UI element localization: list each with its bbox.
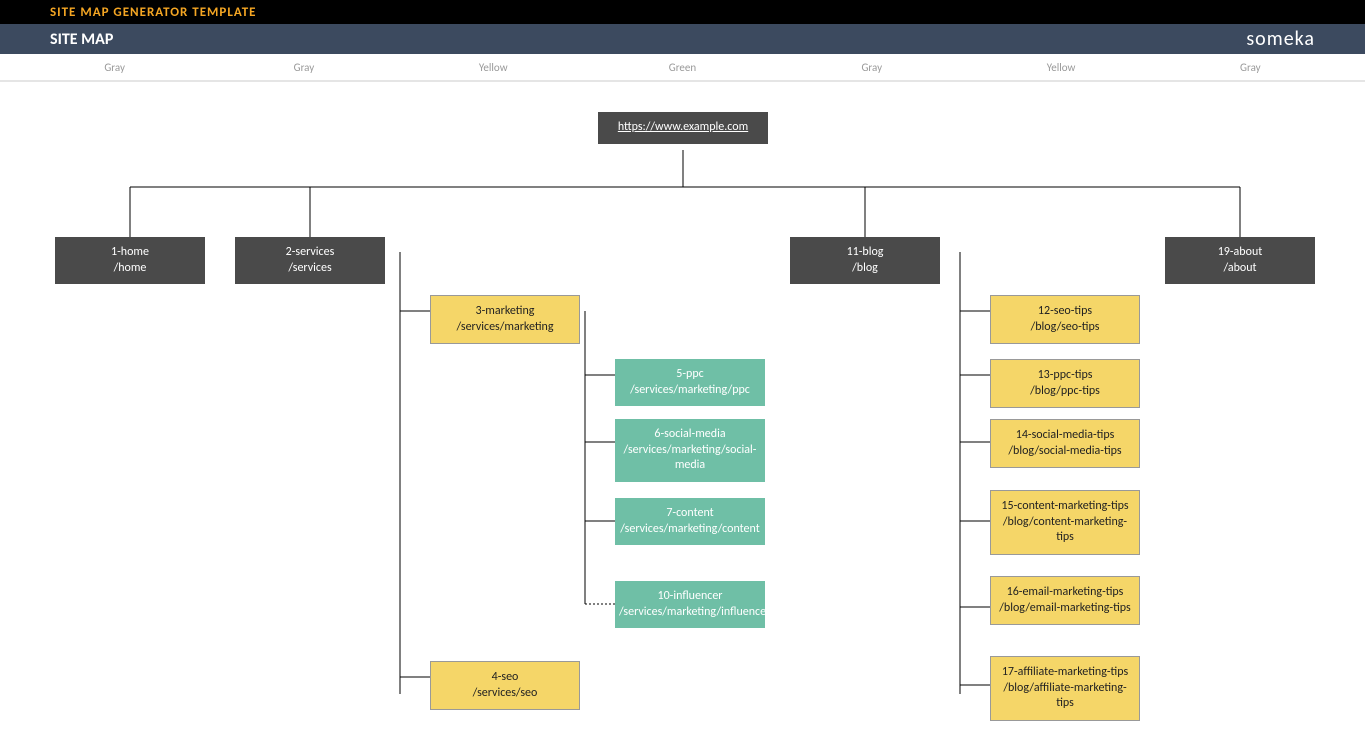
node-content-marketing-tips[interactable]: 15-content-marketing-tips /blog/content-…: [990, 490, 1140, 555]
node-ppc-tips[interactable]: 13-ppc-tips /blog/ppc-tips: [990, 359, 1140, 408]
node-label: 4-seo: [435, 670, 575, 686]
brand-logo: someka: [1246, 27, 1315, 51]
node-path: /blog/content-marketing-tips: [995, 515, 1135, 546]
node-label: 6-social-media: [619, 427, 761, 443]
node-label: 11-blog: [794, 245, 936, 261]
node-path: /services/marketing/social-media: [619, 443, 761, 474]
node-path: /blog/seo-tips: [995, 320, 1135, 336]
node-seo[interactable]: 4-seo /services/seo: [430, 661, 580, 710]
col-header: Yellow: [399, 61, 588, 74]
node-path: /home: [59, 261, 201, 277]
node-path: /blog/email-marketing-tips: [995, 601, 1135, 617]
col-header: Gray: [209, 61, 398, 74]
root-url: https://www.example.com: [602, 120, 764, 136]
root-node[interactable]: https://www.example.com: [598, 112, 768, 144]
col-header: Gray: [777, 61, 966, 74]
node-label: 19-about: [1169, 245, 1311, 261]
node-email-marketing-tips[interactable]: 16-email-marketing-tips /blog/email-mark…: [990, 576, 1140, 625]
node-home[interactable]: 1-home /home: [55, 237, 205, 284]
template-title: SITE MAP GENERATOR TEMPLATE: [50, 5, 256, 20]
node-label: 1-home: [59, 245, 201, 261]
node-label: 5-ppc: [619, 367, 761, 383]
diagram-canvas: https://www.example.com 1-home /home 2-s…: [0, 82, 1365, 732]
node-label: 15-content-marketing-tips: [995, 499, 1135, 515]
node-label: 13-ppc-tips: [995, 368, 1135, 384]
node-label: 7-content: [619, 506, 761, 522]
node-social-media[interactable]: 6-social-media /services/marketing/socia…: [615, 419, 765, 482]
page-title: SITE MAP: [50, 30, 113, 49]
node-label: 12-seo-tips: [995, 304, 1135, 320]
node-path: /blog: [794, 261, 936, 277]
node-about[interactable]: 19-about /about: [1165, 237, 1315, 284]
node-label: 17-affiliate-marketing-tips: [995, 665, 1135, 681]
node-path: /blog/ppc-tips: [995, 384, 1135, 400]
top-bar: SITE MAP GENERATOR TEMPLATE: [0, 0, 1365, 24]
node-path: /blog/affiliate-marketing-tips: [995, 681, 1135, 712]
node-path: /services/marketing/content: [619, 522, 761, 538]
node-ppc[interactable]: 5-ppc /services/marketing/ppc: [615, 359, 765, 406]
col-header: Yellow: [966, 61, 1155, 74]
node-path: /services: [239, 261, 381, 277]
node-path: /services/marketing: [435, 320, 575, 336]
node-path: /about: [1169, 261, 1311, 277]
node-services[interactable]: 2-services /services: [235, 237, 385, 284]
node-affiliate-marketing-tips[interactable]: 17-affiliate-marketing-tips /blog/affili…: [990, 656, 1140, 721]
col-header: Green: [588, 61, 777, 74]
node-label: 2-services: [239, 245, 381, 261]
node-social-media-tips[interactable]: 14-social-media-tips /blog/social-media-…: [990, 419, 1140, 468]
col-header: Gray: [1156, 61, 1345, 74]
column-header-row: Gray Gray Yellow Green Gray Yellow Gray: [0, 54, 1365, 82]
node-influencer[interactable]: 10-influencer /services/marketing/influe…: [615, 581, 765, 628]
node-marketing[interactable]: 3-marketing /services/marketing: [430, 295, 580, 344]
sub-bar: SITE MAP someka: [0, 24, 1365, 54]
node-seo-tips[interactable]: 12-seo-tips /blog/seo-tips: [990, 295, 1140, 344]
node-path: /services/seo: [435, 686, 575, 702]
node-label: 3-marketing: [435, 304, 575, 320]
node-content[interactable]: 7-content /services/marketing/content: [615, 498, 765, 545]
node-label: 10-influencer: [619, 589, 761, 605]
col-header: Gray: [20, 61, 209, 74]
node-label: 14-social-media-tips: [995, 428, 1135, 444]
connector-lines: [0, 82, 1365, 732]
node-path: /blog/social-media-tips: [995, 444, 1135, 460]
node-path: /services/marketing/ppc: [619, 383, 761, 399]
node-blog[interactable]: 11-blog /blog: [790, 237, 940, 284]
node-label: 16-email-marketing-tips: [995, 585, 1135, 601]
node-path: /services/marketing/influencer: [619, 605, 761, 621]
